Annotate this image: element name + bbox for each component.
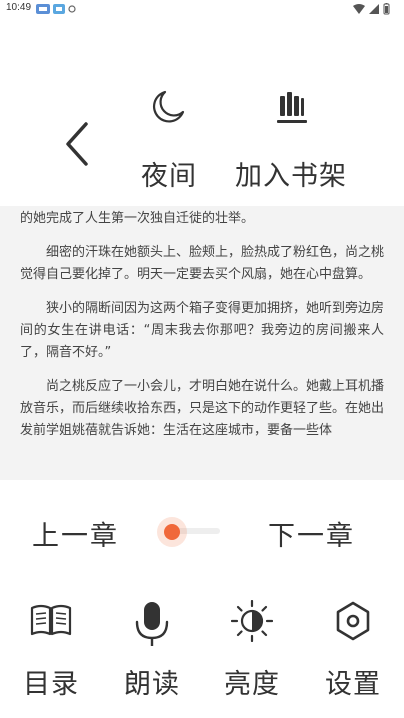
settings-button[interactable]: 设置: [313, 600, 393, 704]
back-arrow-icon: [66, 122, 88, 166]
previous-chapter-button[interactable]: 上一章: [32, 514, 119, 553]
catalog-label: 目录: [23, 669, 79, 700]
wifi-icon: [353, 4, 365, 14]
brightness-button[interactable]: 亮度: [212, 600, 292, 704]
add-to-shelf-label: 加入书架: [235, 161, 347, 192]
add-to-shelf-button[interactable]: 加入书架: [226, 86, 356, 196]
slider-thumb[interactable]: [157, 517, 187, 547]
moon-icon: [152, 90, 185, 123]
brightness-icon: [231, 600, 273, 642]
battery-icon: [383, 3, 390, 15]
book-icon: [30, 604, 72, 636]
settings-label: 设置: [325, 669, 381, 700]
paragraph: 的她完成了人生第一次独自迁徙的壮举。: [20, 211, 255, 226]
status-bar: 10:49: [0, 0, 404, 18]
next-chapter-button[interactable]: 下一章: [268, 514, 355, 553]
read-aloud-button[interactable]: 朗读: [112, 600, 192, 704]
paragraph: 细密的汗珠在她额头上、脸颊上，脸热成了粉红色，尚之桃觉得自己要化掉了。明天一定要…: [20, 245, 385, 282]
paragraph: 尚之桃反应了一小会儿，才明白她在说什么。她戴上耳机播放音乐，而后继续收拾东西，只…: [20, 379, 385, 438]
night-mode-label: 夜间: [141, 161, 197, 192]
signal-icon: [369, 4, 379, 14]
bottom-menu-panel: 上一章 下一章 目录 朗读 亮度 设置: [0, 480, 404, 718]
status-time: 10:49: [6, 2, 32, 13]
night-mode-button[interactable]: 夜间: [124, 86, 214, 196]
notification-dot-icon: [68, 5, 76, 13]
back-button[interactable]: [58, 118, 102, 170]
brightness-label: 亮度: [224, 669, 280, 700]
read-aloud-label: 朗读: [124, 669, 180, 700]
reading-content[interactable]: 的她完成了人生第一次独自迁徙的壮举。 细密的汗珠在她额头上、脸颊上，脸热成了粉红…: [0, 206, 404, 480]
bookshelf-icon: [277, 92, 307, 123]
paragraph: 狭小的隔断间因为这两个箱子变得更加拥挤，她听到旁边房间的女生在讲电话：“周末我去…: [20, 301, 385, 360]
top-toolbar: 夜间 加入书架: [0, 18, 404, 206]
notification-app-icon: [53, 4, 65, 14]
microphone-icon: [135, 602, 169, 646]
notification-app-icon: [36, 4, 50, 14]
settings-icon: [336, 601, 370, 641]
catalog-button[interactable]: 目录: [11, 600, 91, 704]
